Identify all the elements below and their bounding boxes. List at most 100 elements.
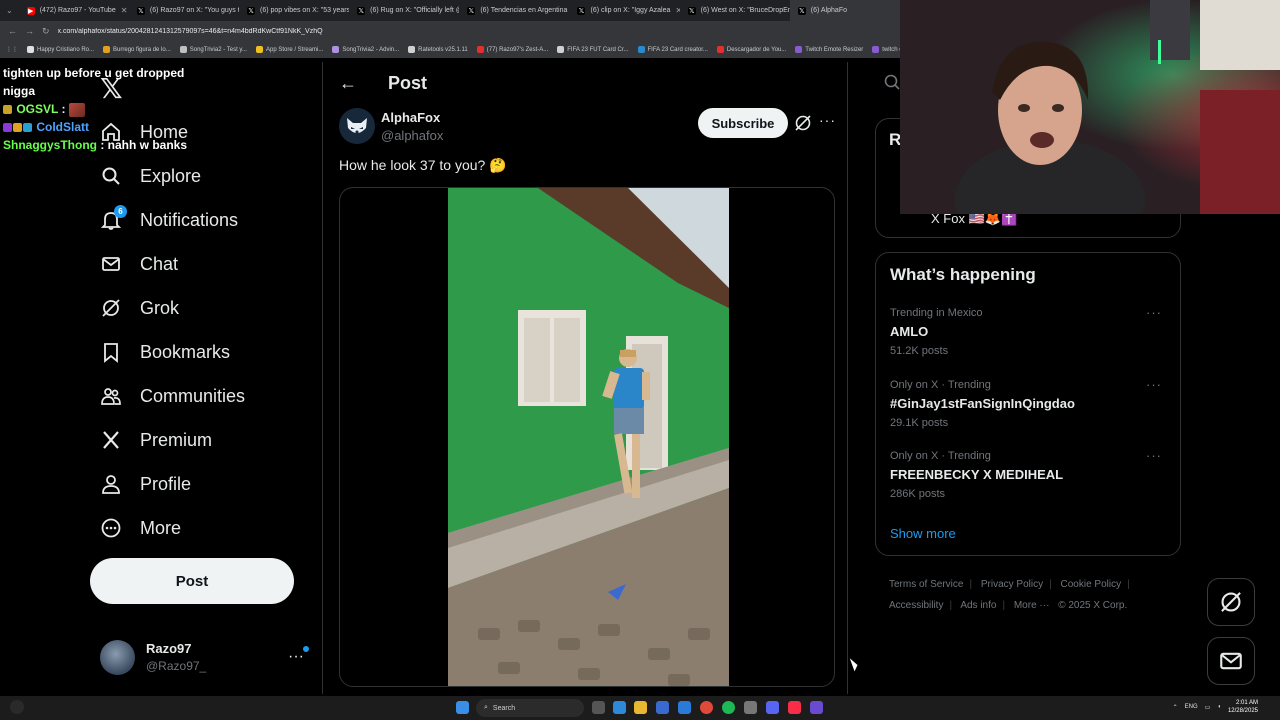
browser-tab[interactable]: 𝕏(6) West on X: "BruceDropEm✕ bbox=[680, 0, 790, 21]
show-more-link[interactable]: Show more bbox=[890, 526, 956, 541]
browser-tab-bar: ⌄ ▶ (472) Razo97 - YouTube ✕ 𝕏 (6) Razo97 on … bbox=[0, 0, 900, 21]
edge-icon[interactable] bbox=[613, 701, 626, 714]
grok-fab-button[interactable] bbox=[1207, 578, 1255, 626]
browser-tab[interactable]: ▶ (472) Razo97 - YouTube ✕ bbox=[19, 0, 129, 21]
grok-icon[interactable] bbox=[793, 113, 813, 133]
spotify-icon[interactable] bbox=[722, 701, 735, 714]
tab-search-icon[interactable]: ⌄ bbox=[0, 6, 19, 15]
author-handle[interactable]: @alphafox bbox=[381, 128, 443, 143]
bookmark-favicon-icon bbox=[27, 46, 34, 53]
footer-link[interactable]: Accessibility bbox=[889, 600, 943, 611]
taskbar-search[interactable]: ⌕ Search bbox=[476, 699, 584, 717]
browser-tab[interactable]: 𝕏(6) Tendencias en Argentina on✕ bbox=[459, 0, 569, 21]
browser-tab[interactable]: 𝕏 (6) clip on X: "Iggy Azalea ✕ bbox=[569, 0, 680, 21]
mail-icon[interactable] bbox=[678, 701, 691, 714]
close-icon[interactable]: ✕ bbox=[121, 6, 128, 15]
discord-icon[interactable] bbox=[766, 701, 779, 714]
footer-link[interactable]: Ads info bbox=[960, 600, 996, 611]
bookmark-item[interactable]: Burrego figura de lo... bbox=[103, 46, 171, 53]
bookmark-label: Ratetools v25.1.11 bbox=[418, 46, 468, 53]
music-icon[interactable] bbox=[788, 701, 801, 714]
bookmark-item[interactable]: FIFA 23 FUT Card Cr... bbox=[557, 46, 629, 53]
store-icon[interactable] bbox=[656, 701, 669, 714]
bookmark-item[interactable]: Ratetools v25.1.11 bbox=[408, 46, 468, 53]
video-frame[interactable] bbox=[448, 188, 729, 686]
footer-link[interactable]: Privacy Policy bbox=[981, 579, 1043, 590]
section-title: What’s happening bbox=[890, 265, 1036, 284]
post-video[interactable] bbox=[339, 187, 835, 687]
more-icon[interactable]: ··· bbox=[1146, 377, 1162, 392]
nav-item-communities[interactable]: Communities bbox=[100, 385, 245, 407]
app-icon[interactable] bbox=[10, 700, 24, 714]
language-indicator[interactable]: ENG bbox=[1185, 704, 1198, 710]
chat-message: tighten up before u get dropped nigga bbox=[3, 64, 203, 100]
back-arrow-icon[interactable]: ← bbox=[339, 73, 357, 94]
task-view-icon[interactable] bbox=[592, 701, 605, 714]
trend-item[interactable]: Trending in Mexico AMLO 51.2K posts ··· bbox=[890, 305, 1170, 357]
clock[interactable]: 2:01 AM 12/28/2025 bbox=[1228, 699, 1258, 715]
bookmark-item[interactable]: App Store / Streami... bbox=[255, 46, 323, 53]
bookmark-item[interactable]: Descargador de You... bbox=[716, 46, 786, 53]
reload-icon[interactable]: ↻ bbox=[42, 26, 50, 37]
x-favicon-icon: 𝕏 bbox=[467, 6, 476, 15]
browser-tab[interactable]: 𝕏(6) Rug on X: "Officially left @✕ bbox=[349, 0, 459, 21]
search-icon bbox=[100, 165, 122, 187]
author-name[interactable]: AlphaFox bbox=[381, 110, 440, 125]
bookmark-item[interactable]: twitch em bbox=[872, 46, 900, 53]
trend-name: #GinJay1stFanSignInQingdao bbox=[890, 396, 1075, 411]
nav-item-grok[interactable]: Grok bbox=[100, 297, 179, 319]
x-favicon-icon: 𝕏 bbox=[247, 6, 256, 15]
nav-item-profile[interactable]: Profile bbox=[100, 473, 191, 495]
bookmark-item[interactable]: SongTrivia2 - Test y... bbox=[179, 46, 247, 53]
more-icon[interactable]: ··· bbox=[288, 648, 304, 666]
volume-icon[interactable]: ◖ bbox=[1217, 704, 1221, 710]
start-icon[interactable] bbox=[456, 701, 469, 714]
more-icon[interactable]: ··· bbox=[1146, 448, 1162, 463]
browser-tab[interactable]: 𝕏(6) Razo97 on X: "You guys tal✕ bbox=[129, 0, 239, 21]
nav-item-chat[interactable]: Chat bbox=[100, 253, 178, 275]
footer-link[interactable]: Terms of Service bbox=[889, 579, 963, 590]
search-icon: ⌕ bbox=[484, 704, 488, 711]
forward-nav-icon[interactable]: → bbox=[25, 26, 34, 36]
trend-item[interactable]: Only on X · Trending #GinJay1stFanSignIn… bbox=[890, 377, 1170, 429]
account-switcher[interactable]: Razo97 @Razo97_ ··· bbox=[100, 638, 312, 678]
grok-icon bbox=[100, 297, 122, 319]
nav-item-premium[interactable]: Premium bbox=[100, 429, 212, 451]
footer-link[interactable]: Cookie Policy bbox=[1061, 579, 1122, 590]
messages-fab-button[interactable] bbox=[1207, 637, 1255, 685]
back-nav-icon[interactable]: ← bbox=[8, 26, 17, 36]
bookmark-item[interactable]: Happy Cristiano Ro... bbox=[27, 46, 94, 53]
apps-grid-icon[interactable]: ⋮⋮ bbox=[6, 46, 18, 53]
bookmark-item[interactable]: FIFA 23 Card creator... bbox=[637, 46, 708, 53]
footer-link[interactable]: More ··· bbox=[1014, 600, 1050, 611]
bookmark-item[interactable]: Twitch Emote Resizer bbox=[795, 46, 863, 53]
post-button[interactable]: Post bbox=[90, 558, 294, 604]
browser-tab[interactable]: 𝕏(6) pop vibes on X: "53 years o✕ bbox=[239, 0, 349, 21]
browser-tab[interactable]: 𝕏 (6) AlphaFo bbox=[789, 0, 900, 21]
bookmark-item[interactable]: (77) Razo97's Zest-A... bbox=[476, 46, 548, 53]
subscribe-button[interactable]: Subscribe bbox=[698, 108, 788, 138]
network-icon[interactable]: ▭ bbox=[1205, 704, 1211, 711]
more-icon[interactable]: ··· bbox=[819, 112, 836, 128]
badge-icon bbox=[23, 123, 32, 133]
author-avatar[interactable] bbox=[339, 108, 375, 144]
url-field[interactable]: x.com/alphafox/status/200428124131257909… bbox=[58, 28, 323, 35]
chrome-icon[interactable] bbox=[700, 701, 713, 714]
nav-item-explore[interactable]: Explore bbox=[100, 165, 201, 187]
search-icon[interactable] bbox=[882, 72, 902, 92]
teams-icon[interactable] bbox=[810, 701, 823, 714]
notification-badge: 6 bbox=[114, 205, 127, 218]
bookmark-item[interactable]: SongTrivia2 - Advin... bbox=[332, 46, 399, 53]
nav-item-more[interactable]: More bbox=[100, 517, 181, 539]
chat-username: ShnaggysThong bbox=[3, 138, 97, 152]
nav-item-bookmarks[interactable]: Bookmarks bbox=[100, 341, 230, 363]
trend-item[interactable]: Only on X · Trending FREENBECKY X MEDIHE… bbox=[890, 448, 1170, 500]
settings-icon[interactable] bbox=[744, 701, 757, 714]
bookmark-label: Burrego figura de lo... bbox=[113, 46, 171, 53]
nav-item-notifications[interactable]: 6 Notifications bbox=[100, 205, 238, 231]
badge-icon bbox=[3, 105, 12, 115]
file-explorer-icon[interactable] bbox=[634, 701, 647, 714]
more-icon[interactable]: ··· bbox=[1146, 305, 1162, 320]
chevron-up-icon[interactable]: ⌃ bbox=[1173, 704, 1178, 711]
trend-count: 29.1K posts bbox=[890, 417, 949, 429]
